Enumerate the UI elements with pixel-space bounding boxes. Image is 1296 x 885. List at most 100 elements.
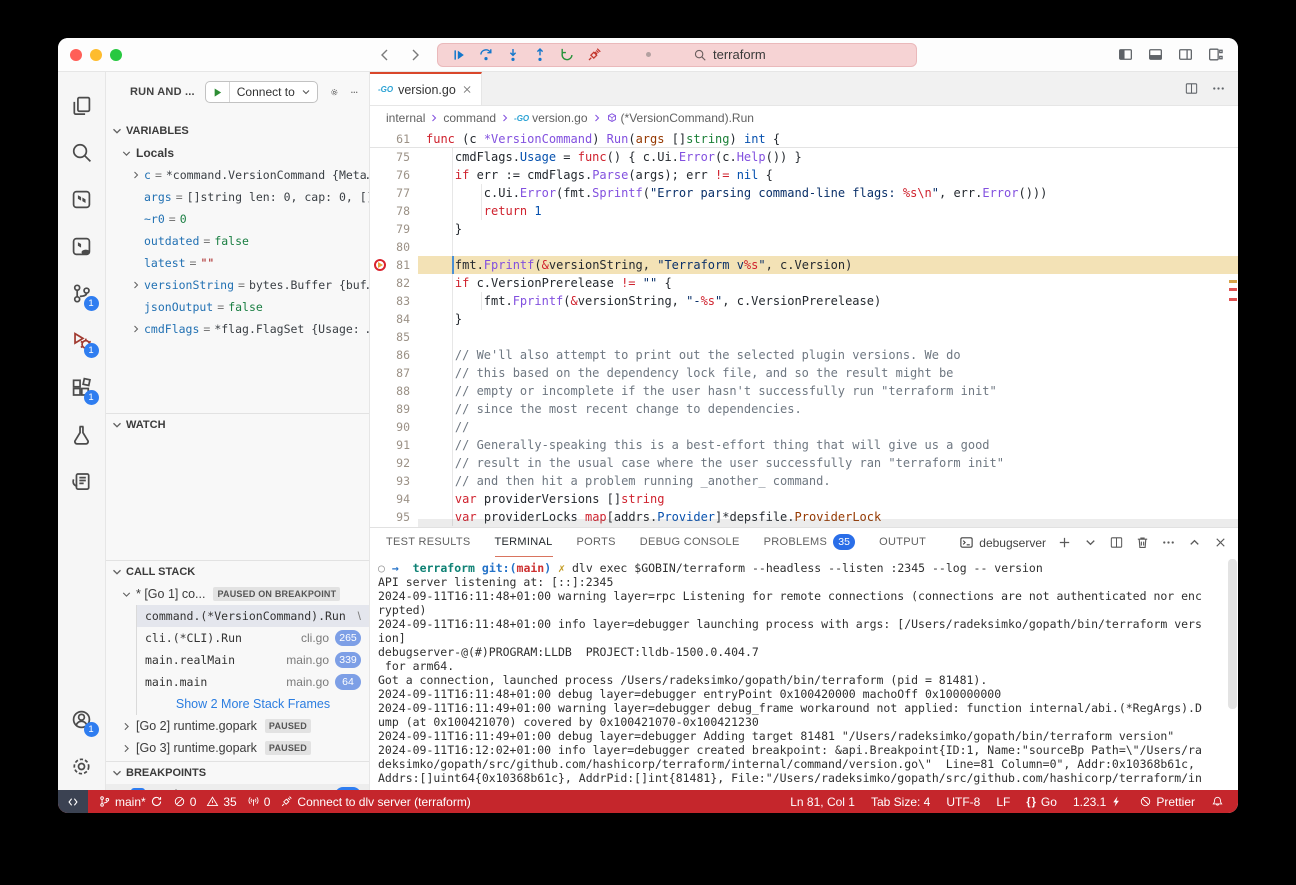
launch-config-label[interactable]: Connect to: [230, 85, 300, 99]
split-editor-icon[interactable]: [1184, 81, 1199, 96]
remote-indicator[interactable]: [58, 790, 88, 813]
statusbar-cursor-position[interactable]: Ln 81, Col 1: [790, 795, 855, 809]
plus-icon[interactable]: [1057, 535, 1072, 550]
call-stack-section-header[interactable]: CALL STACK: [106, 561, 369, 583]
code-line-89[interactable]: 89 // since the most recent change to de…: [370, 400, 1238, 418]
code-line-83[interactable]: 83 fmt.Fprintf(&versionString, "-%s", c.…: [370, 292, 1238, 310]
close-tab-icon[interactable]: [461, 83, 473, 96]
activity-extensions[interactable]: 1: [58, 364, 106, 411]
statusbar-git-branch[interactable]: main*: [98, 795, 163, 809]
code-line-90[interactable]: 90 //: [370, 418, 1238, 436]
activity-notebook[interactable]: [58, 458, 106, 505]
code-line-85[interactable]: 85: [370, 328, 1238, 346]
terminal-scrollbar[interactable]: [1228, 559, 1237, 709]
variable-row-r0[interactable]: ~r0=0: [106, 208, 369, 230]
breadcrumb-item[interactable]: (*VersionCommand).Run: [606, 111, 754, 125]
tab-version-go[interactable]: -GO version.go: [370, 72, 482, 105]
statusbar-warnings[interactable]: 35: [206, 795, 236, 809]
editor-more-actions-icon[interactable]: [1211, 81, 1226, 96]
close-icon[interactable]: [1213, 535, 1228, 550]
trash-icon[interactable]: [1135, 535, 1150, 550]
activity-account[interactable]: 1: [58, 696, 106, 743]
start-debug-icon[interactable]: [211, 86, 224, 99]
code-line-76[interactable]: 76 if err := cmdFlags.Parse(args); err !…: [370, 166, 1238, 184]
callstack-thread-1[interactable]: [Go 2] runtime.goparkPAUSED: [106, 715, 369, 737]
activity-search[interactable]: [58, 129, 106, 176]
panel-tab-terminal[interactable]: TERMINAL: [495, 528, 553, 557]
variable-row-c[interactable]: c=*command.VersionCommand {Meta…: [106, 164, 369, 186]
chev-up-icon[interactable]: [1187, 535, 1202, 550]
variables-scope-locals[interactable]: Locals: [106, 142, 369, 164]
panel-tab-debug-console[interactable]: DEBUG CONSOLE: [640, 528, 740, 557]
statusbar-language-mode[interactable]: {}Go: [1026, 795, 1057, 809]
statusbar-debug-session[interactable]: Connect to dlv server (terraform): [280, 795, 470, 809]
stack-frame[interactable]: main.mainmain.go64: [137, 671, 369, 693]
stack-frame[interactable]: command.(*VersionCommand).Run\: [137, 605, 369, 627]
zoom-window-button[interactable]: [110, 49, 122, 61]
terminal-instance[interactable]: debugserver: [959, 535, 1046, 550]
code-line-77[interactable]: 77 c.Ui.Error(fmt.Sprintf("Error parsing…: [370, 184, 1238, 202]
statusbar-go-version[interactable]: 1.23.1: [1073, 795, 1123, 809]
code-line-94[interactable]: 94 var providerVersions []string: [370, 490, 1238, 508]
code-line-88[interactable]: 88 // empty or incomplete if the user ha…: [370, 382, 1238, 400]
statusbar-encoding[interactable]: UTF-8: [946, 795, 980, 809]
statusbar-ports[interactable]: 0: [247, 795, 271, 809]
nav-forward-icon[interactable]: [407, 47, 423, 63]
code-line-81[interactable]: 81 fmt.Fprintf(&versionString, "Terrafor…: [370, 256, 1238, 274]
code-line-87[interactable]: 87 // this based on the dependency lock …: [370, 364, 1238, 382]
variable-row-args[interactable]: args=[]string len: 0, cap: 0, []: [106, 186, 369, 208]
statusbar-errors[interactable]: 0: [173, 795, 197, 809]
statusbar-indentation[interactable]: Tab Size: 4: [871, 795, 930, 809]
breakpoints-section-header[interactable]: BREAKPOINTS: [106, 762, 369, 784]
callstack-thread-0[interactable]: * [Go 1] co...PAUSED ON BREAKPOINT: [106, 583, 369, 605]
split-icon[interactable]: [1109, 535, 1124, 550]
panel-bottom-icon[interactable]: [1147, 46, 1164, 63]
statusbar-prettier[interactable]: Prettier: [1139, 795, 1195, 809]
show-more-frames-link[interactable]: Show 2 More Stack Frames: [137, 693, 369, 715]
activity-files[interactable]: [58, 82, 106, 129]
panel-right-icon[interactable]: [1177, 46, 1194, 63]
toolbar-drag-handle[interactable]: [646, 52, 651, 57]
variable-row-versionString[interactable]: versionString=bytes.Buffer {buf…: [106, 274, 369, 296]
panel-tab-problems[interactable]: PROBLEMS35: [764, 528, 856, 557]
statusbar-eol[interactable]: LF: [996, 795, 1010, 809]
variable-row-outdated[interactable]: outdated=false: [106, 230, 369, 252]
breadcrumb-item[interactable]: command: [443, 111, 496, 125]
chev-down-icon[interactable]: [1083, 535, 1098, 550]
variable-row-jsonOutput[interactable]: jsonOutput=false: [106, 296, 369, 318]
command-center-search[interactable]: terraform: [693, 47, 766, 62]
debug-disconnect-button[interactable]: [583, 45, 605, 65]
panel-tab-test-results[interactable]: TEST RESULTS: [386, 528, 471, 557]
code-line-86[interactable]: 86 // We'll also attempt to print out th…: [370, 346, 1238, 364]
code-line-92[interactable]: 92 // result in the usual case where the…: [370, 454, 1238, 472]
debug-step-out-button[interactable]: [529, 45, 551, 65]
variable-row-latest[interactable]: latest="": [106, 252, 369, 274]
code-line-80[interactable]: 80: [370, 238, 1238, 256]
code-line-82[interactable]: 82 if c.VersionPrerelease != "" {: [370, 274, 1238, 292]
layout-icon[interactable]: [1207, 46, 1224, 63]
callstack-thread-2[interactable]: [Go 3] runtime.goparkPAUSED: [106, 737, 369, 759]
variable-row-cmdFlags[interactable]: cmdFlags=*flag.FlagSet {Usage: …: [106, 318, 369, 340]
horizontal-scrollbar[interactable]: [418, 519, 1238, 527]
panel-left-icon[interactable]: [1117, 46, 1134, 63]
debug-step-over-button[interactable]: [475, 45, 497, 65]
nav-back-icon[interactable]: [377, 47, 393, 63]
chevron-down-icon[interactable]: [300, 86, 312, 98]
code-line-93[interactable]: 93 // and then hit a problem running _an…: [370, 472, 1238, 490]
activity-source-control[interactable]: 1: [58, 270, 106, 317]
breadcrumb-item[interactable]: internal: [386, 111, 425, 125]
code-line-61[interactable]: 61func (c *VersionCommand) Run(args []st…: [370, 130, 1238, 148]
minimize-window-button[interactable]: [90, 49, 102, 61]
breadcrumb-item[interactable]: -GOversion.go: [514, 111, 587, 125]
activity-terraform[interactable]: [58, 176, 106, 223]
statusbar-notifications[interactable]: [1211, 795, 1224, 808]
code-editor[interactable]: 61func (c *VersionCommand) Run(args []st…: [370, 130, 1238, 527]
activity-debug[interactable]: 1: [58, 317, 106, 364]
overview-ruler[interactable]: [1228, 130, 1238, 527]
code-line-75[interactable]: 75 cmdFlags.Usage = func() { c.Ui.Error(…: [370, 148, 1238, 166]
debug-launch-control[interactable]: Connect to: [205, 81, 318, 103]
more-actions-icon[interactable]: [350, 88, 359, 97]
close-window-button[interactable]: [70, 49, 82, 61]
variables-section-header[interactable]: VARIABLES: [106, 120, 369, 142]
debug-continue-button[interactable]: [448, 45, 470, 65]
